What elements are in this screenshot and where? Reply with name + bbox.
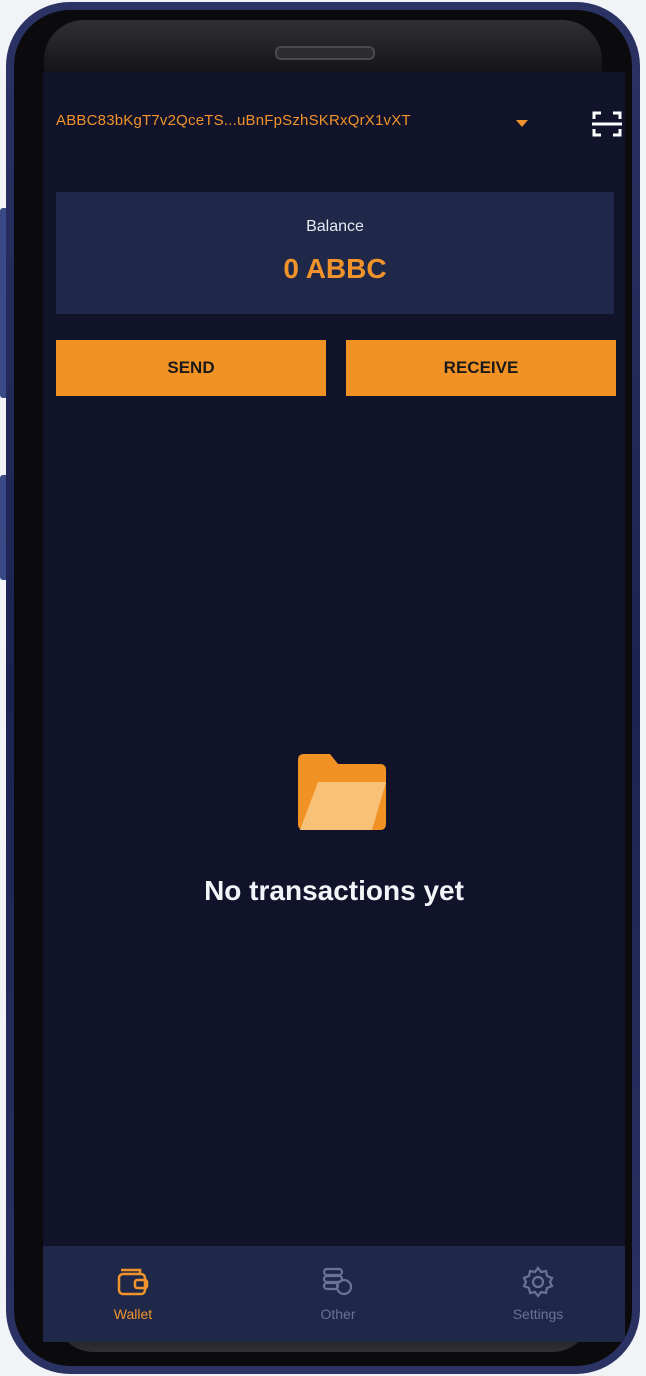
balance-label: Balance (306, 218, 364, 235)
app-header: ABBC83bKgT7v2QceTS...uBnFpSzhSKRxQrX1vXT (43, 72, 625, 172)
caret-down-icon[interactable] (516, 120, 528, 127)
tab-other-label: Other (320, 1306, 356, 1322)
phone-frame: ABBC83bKgT7v2QceTS...uBnFpSzhSKRxQrX1vXT… (6, 2, 640, 1374)
tab-settings[interactable]: Settings (478, 1246, 598, 1342)
tab-wallet-label: Wallet (113, 1306, 153, 1322)
coins-icon (322, 1267, 353, 1296)
wallet-address[interactable]: ABBC83bKgT7v2QceTS...uBnFpSzhSKRxQrX1vXT (56, 112, 411, 129)
tab-other[interactable]: Other (278, 1246, 398, 1342)
gear-icon (522, 1266, 554, 1298)
empty-state-message: No transactions yet (204, 875, 464, 906)
bottom-tab-bar: Wallet Other Settings (43, 1246, 625, 1342)
balance-value: 0 ABBC (283, 253, 387, 284)
earpiece-speaker (275, 46, 375, 60)
wallet-icon (117, 1268, 149, 1296)
phone-bezel: ABBC83bKgT7v2QceTS...uBnFpSzhSKRxQrX1vXT… (14, 10, 632, 1366)
send-button[interactable]: SEND (56, 340, 326, 396)
tab-wallet[interactable]: Wallet (73, 1246, 193, 1342)
app-screen: ABBC83bKgT7v2QceTS...uBnFpSzhSKRxQrX1vXT… (43, 72, 625, 1342)
receive-button[interactable]: RECEIVE (346, 340, 616, 396)
folder-icon (298, 754, 386, 830)
tab-settings-label: Settings (512, 1306, 564, 1322)
scan-icon[interactable] (591, 109, 623, 139)
balance-card: Balance 0 ABBC (56, 192, 614, 314)
